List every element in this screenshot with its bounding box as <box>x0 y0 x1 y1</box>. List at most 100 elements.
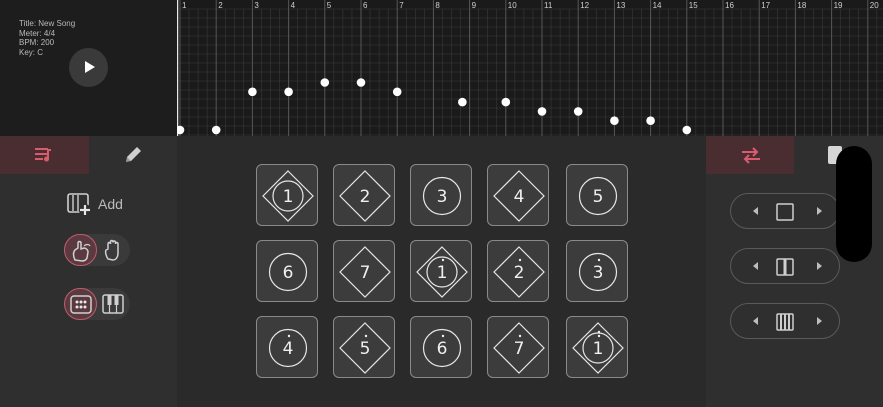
note-dot[interactable] <box>646 116 655 125</box>
pad-label: 2 <box>514 263 525 283</box>
hand-draw-icon <box>72 240 91 262</box>
pad-label: 1 <box>593 339 604 359</box>
note-dot[interactable] <box>392 87 402 97</box>
hand-gesture-option[interactable] <box>97 234 130 266</box>
pad-label: 4 <box>283 339 294 359</box>
measure-number: 18 <box>797 1 806 10</box>
pad-label: 1 <box>437 263 448 283</box>
note-pad[interactable]: 1 <box>566 316 628 378</box>
tab-edit[interactable] <box>89 136 177 174</box>
note-pad[interactable]: 1 <box>410 240 472 302</box>
measure-number: 15 <box>689 1 698 10</box>
note-pad[interactable]: 2 <box>333 164 395 226</box>
decrement-arrow-icon[interactable] <box>753 207 758 215</box>
note-pad[interactable]: 2 <box>487 240 549 302</box>
note-pad[interactable]: 4 <box>487 164 549 226</box>
bar-split-stepper <box>730 248 840 284</box>
measure-number: 11 <box>544 1 553 10</box>
note-dot[interactable] <box>501 97 511 107</box>
note-pad[interactable]: 7 <box>333 240 395 302</box>
note-pad[interactable]: 5 <box>333 316 395 378</box>
decrement-arrow-icon[interactable] <box>753 317 758 325</box>
pad-symbol: 5 <box>339 322 391 374</box>
swap-arrows-icon <box>742 147 760 164</box>
note-pad[interactable]: 6 <box>256 240 318 302</box>
increment-arrow-icon[interactable] <box>817 207 822 215</box>
note-dot[interactable] <box>537 107 547 116</box>
song-meter: Meter: 4/4 <box>19 29 56 38</box>
pad-symbol: 1 <box>416 246 468 298</box>
tab-swap[interactable] <box>706 136 794 174</box>
pad-symbol: 4 <box>493 170 545 222</box>
octave-dot <box>518 334 522 338</box>
measure-number: 3 <box>254 1 259 10</box>
note-dot[interactable] <box>211 125 221 135</box>
measure-number: 17 <box>761 1 770 10</box>
pad-label: 6 <box>283 263 294 283</box>
playlist-icon <box>35 148 51 162</box>
pad-symbol: 4 <box>268 328 308 368</box>
measure-number: 4 <box>291 1 296 10</box>
add-button[interactable]: Add <box>66 192 136 218</box>
decrement-arrow-icon[interactable] <box>753 262 758 270</box>
increment-arrow-icon[interactable] <box>817 262 822 270</box>
octave-dot <box>364 334 368 338</box>
note-pad[interactable]: 5 <box>566 164 628 226</box>
octave-dot <box>597 258 601 262</box>
bar-division-stepper <box>730 303 840 339</box>
timeline-canvas[interactable]: 1 2 3 4 5 6 7 8 9 10 11 12 13 14 15 16 17 18 19 20 <box>177 0 883 136</box>
pad-symbol: 1 <box>262 170 314 222</box>
note-pad[interactable]: 6 <box>410 316 472 378</box>
note-dot[interactable] <box>248 87 257 97</box>
pad-label: 5 <box>593 187 604 207</box>
pad-label: 6 <box>437 339 448 359</box>
note-pad[interactable]: 3 <box>410 164 472 226</box>
measure-number: 2 <box>218 1 223 10</box>
note-dot[interactable] <box>320 78 330 87</box>
note-dot[interactable] <box>458 97 467 107</box>
octave-dot <box>287 334 291 338</box>
single-bar-icon <box>776 203 794 221</box>
pad-label: 7 <box>360 263 371 283</box>
note-pad[interactable]: 1 <box>256 164 318 226</box>
pad-label: 3 <box>437 187 448 207</box>
octave-dot <box>441 258 445 262</box>
pad-label: 1 <box>283 187 294 207</box>
note-pad[interactable]: 4 <box>256 316 318 378</box>
measure-number: 1 <box>182 1 187 10</box>
pad-symbol: 2 <box>493 246 545 298</box>
add-label: Add <box>98 196 123 212</box>
increment-arrow-icon[interactable] <box>817 317 822 325</box>
pad-symbol: 5 <box>578 176 618 216</box>
measure-number: 16 <box>725 1 734 10</box>
split-bar-icon <box>776 258 794 276</box>
note-pad[interactable]: 3 <box>566 240 628 302</box>
pad-label: 7 <box>514 339 525 359</box>
timeline-grid[interactable]: 1 2 3 4 5 6 7 8 9 10 11 12 13 14 15 16 17 18 19 20 <box>177 0 883 136</box>
song-key: Key: C <box>19 48 44 57</box>
scrollbar-thumb[interactable] <box>836 146 872 262</box>
pencil-icon <box>126 147 141 162</box>
pad-symbol: 1 <box>572 322 624 374</box>
hand-icon <box>104 239 119 261</box>
note-dot[interactable] <box>610 116 619 125</box>
piano-option[interactable] <box>97 288 130 320</box>
note-pad[interactable]: 7 <box>487 316 549 378</box>
song-title: Title: New Song <box>19 19 76 28</box>
octave-dot <box>597 330 601 334</box>
measure-number: 9 <box>472 1 477 10</box>
note-dot[interactable] <box>356 78 366 87</box>
note-dot[interactable] <box>573 107 583 116</box>
pad-symbol: 3 <box>422 176 462 216</box>
pad-grid-option[interactable] <box>64 288 97 320</box>
note-dot[interactable] <box>177 125 185 135</box>
octave-dot <box>441 334 445 338</box>
pad-label: 4 <box>514 187 525 207</box>
pad-label: 5 <box>360 339 371 359</box>
draw-gesture-option[interactable] <box>64 234 97 266</box>
tab-notes[interactable] <box>0 136 89 174</box>
play-button[interactable] <box>69 48 108 87</box>
note-dot[interactable] <box>284 87 293 97</box>
note-dot[interactable] <box>682 125 692 135</box>
measure-number: 8 <box>435 1 440 10</box>
